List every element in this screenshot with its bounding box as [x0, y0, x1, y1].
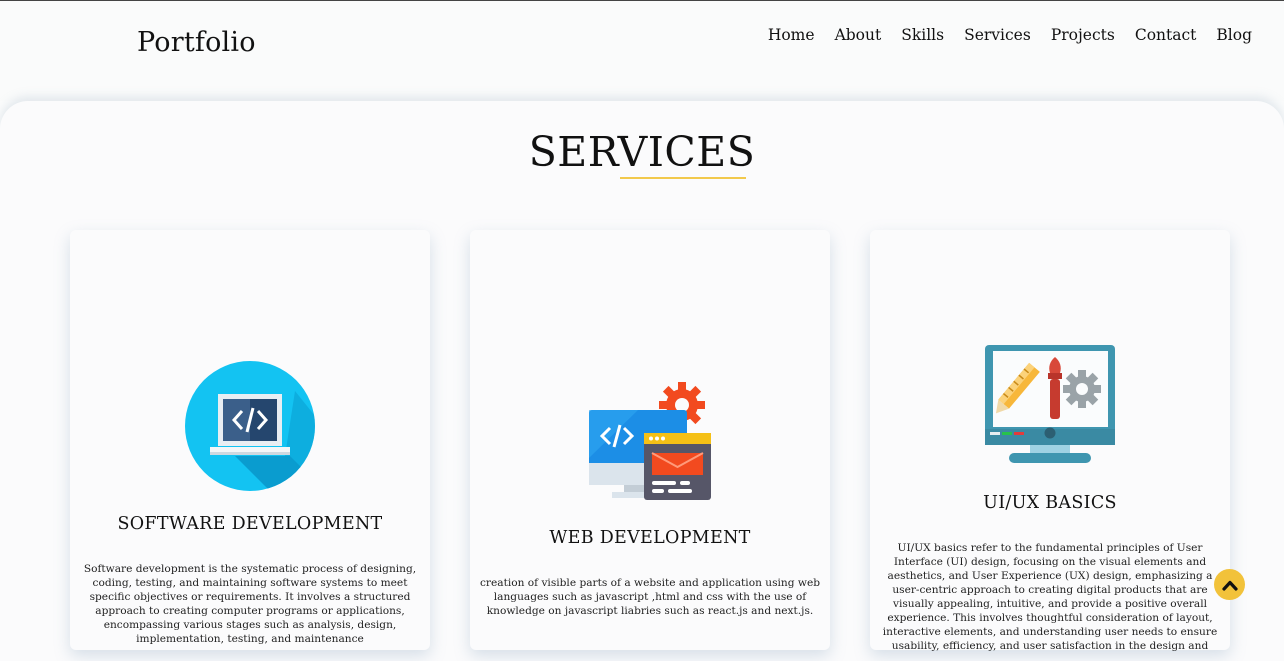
service-card-software: SOFTWARE DEVELOPMENT Software developmen… — [70, 230, 430, 650]
section-title: SERVICES — [528, 128, 756, 176]
title-underline — [620, 177, 746, 179]
site-logo[interactable]: Portfolio — [137, 27, 256, 58]
main-nav: Home About Skills Services Projects Cont… — [768, 26, 1252, 44]
service-card-uiux: UI/UX BASICS UI/UX basics refer to the f… — [870, 230, 1230, 652]
nav-services[interactable]: Services — [964, 26, 1031, 44]
nav-blog[interactable]: Blog — [1216, 26, 1252, 44]
nav-home[interactable]: Home — [768, 26, 815, 44]
card-description: creation of visible parts of a website a… — [479, 577, 821, 617]
scroll-to-top-button[interactable] — [1214, 569, 1245, 600]
nav-skills[interactable]: Skills — [901, 26, 944, 44]
nav-contact[interactable]: Contact — [1135, 26, 1197, 44]
nav-about[interactable]: About — [835, 26, 882, 44]
web-development-icon — [588, 378, 713, 507]
card-title: SOFTWARE DEVELOPMENT — [117, 514, 383, 534]
card-title: UI/UX BASICS — [983, 493, 1117, 513]
nav-projects[interactable]: Projects — [1051, 26, 1115, 44]
card-description: UI/UX basics refer to the fundamental pr… — [882, 542, 1218, 652]
service-card-web: WEB DEVELOPMENT creation of visible part… — [470, 230, 830, 650]
design-monitor-icon — [984, 343, 1116, 471]
laptop-code-icon — [185, 361, 315, 495]
chevron-up-icon — [1221, 580, 1238, 591]
card-description: Software development is the systematic p… — [83, 563, 417, 645]
card-title: WEB DEVELOPMENT — [549, 528, 751, 548]
site-header: Portfolio Home About Skills Services Pro… — [0, 1, 1284, 101]
